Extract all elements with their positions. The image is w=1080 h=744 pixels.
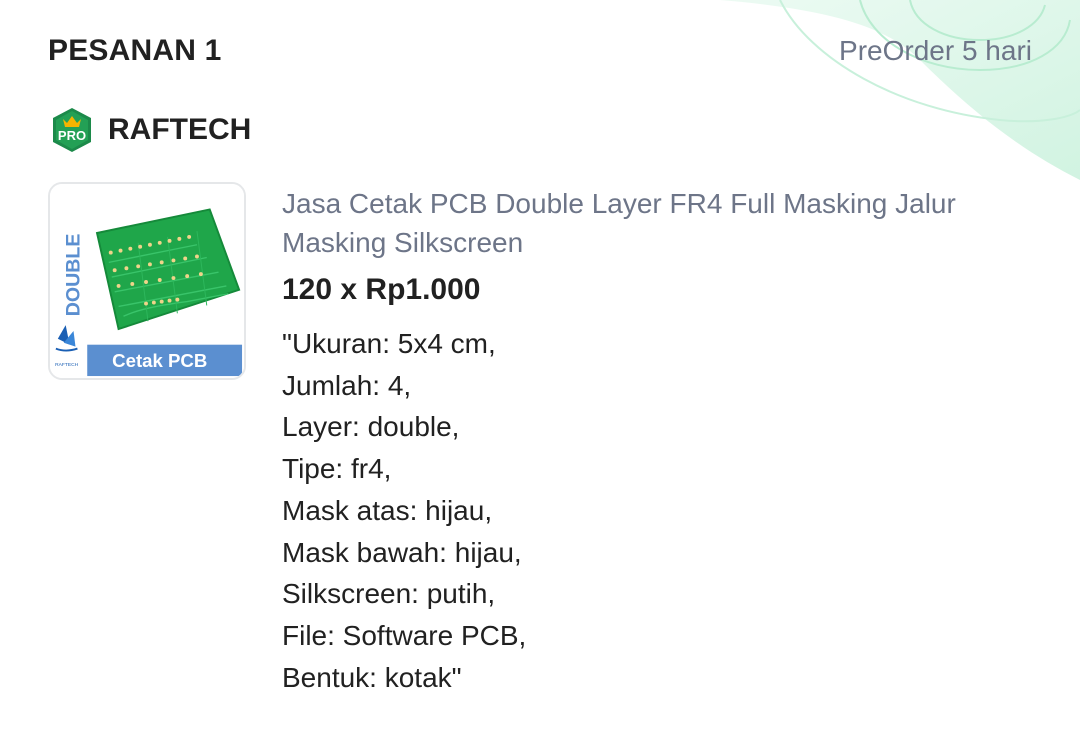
shop-name[interactable]: RAFTECH [108,113,251,147]
pro-badge-text: PRO [58,128,86,143]
product-image-side-text: DOUBLE [62,234,84,317]
note-line: Mask atas: hijau, [282,494,493,526]
pro-badge-icon: PRO [53,108,91,152]
order-card: PESANAN 1 PreOrder 5 hari PRO RAFTECH DO… [0,0,1080,744]
note-line: Silkscreen: putih, [282,578,496,610]
note-line: Jumlah: 4, [282,369,412,401]
product-quantity-price: 120 x Rp1.000 [282,273,481,306]
product-notes: "Ukuran: 5x4 cm, Jumlah: 4, Layer: doubl… [282,323,1042,698]
order-status: PreOrder 5 hari [839,35,1032,66]
note-line: "Ukuran: 5x4 cm, [282,328,496,359]
note-line: Bentuk: kotak" [282,661,462,693]
product-name[interactable]: Jasa Cetak PCB Double Layer FR4 Full Mas… [282,184,1042,262]
order-header: PESANAN 1 PreOrder 5 hari [48,34,1032,68]
note-line: Tipe: fr4, [282,453,392,485]
product-image-caption: Cetak PCB [112,350,207,371]
note-line: File: Software PCB, [282,619,527,651]
pcb-product-image: DOUBLE RAFTECH Cetak PCB [50,184,244,378]
note-line: Layer: double, [282,411,460,443]
product-image-logo-text: RAFTECH [55,362,79,368]
product-image[interactable]: DOUBLE RAFTECH Cetak PCB [48,182,246,380]
corner-decoration [720,0,1080,180]
product-info: Jasa Cetak PCB Double Layer FR4 Full Mas… [282,184,1042,698]
note-line: Mask bawah: hijau, [282,536,522,568]
shop-row[interactable]: PRO RAFTECH [48,106,251,154]
order-title: PESANAN 1 [48,34,222,67]
